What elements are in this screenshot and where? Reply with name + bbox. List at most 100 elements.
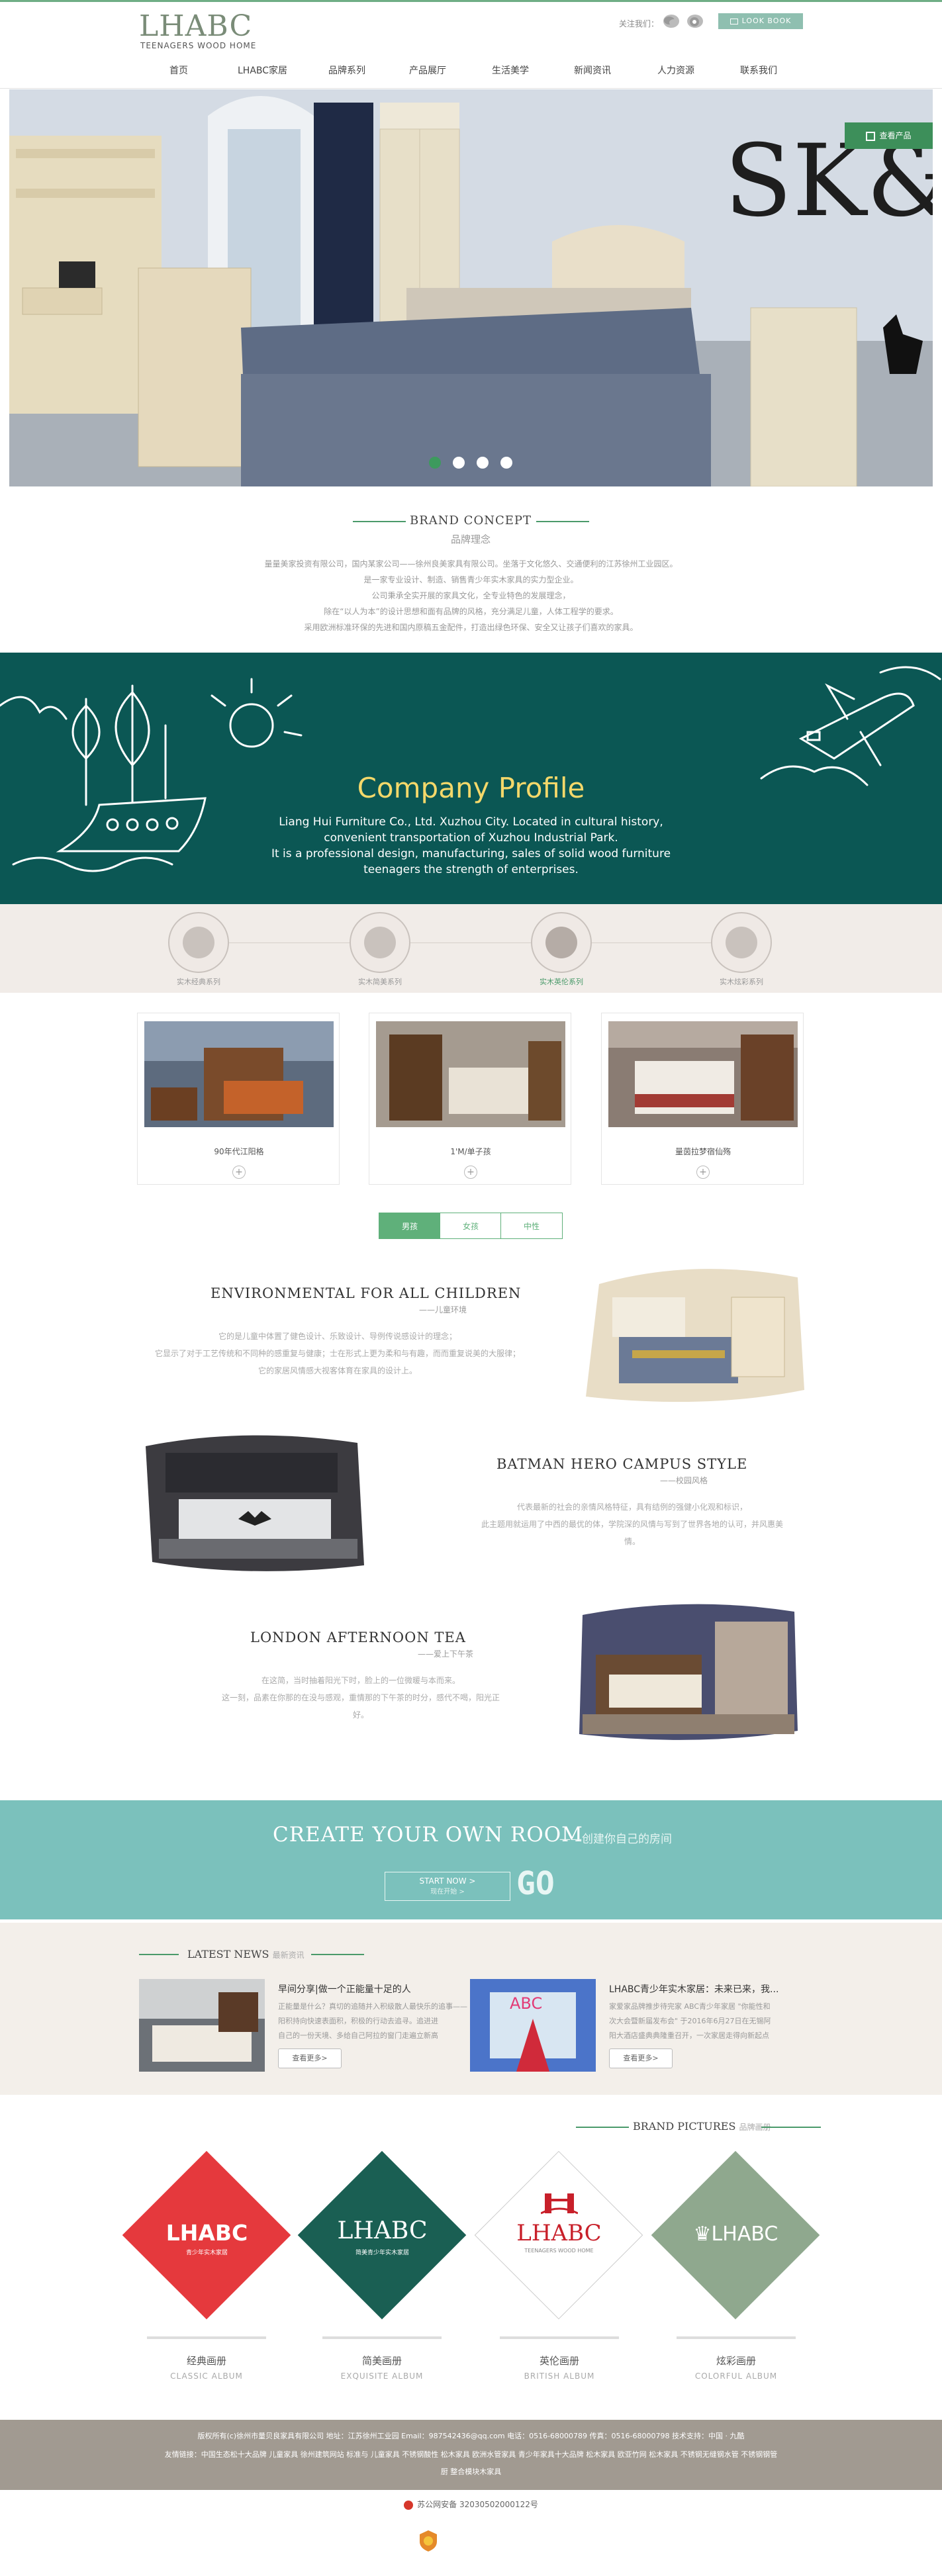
album-exquisite-en: EXQUISITE ALBUM [340,2371,424,2381]
view-product-badge[interactable]: 查看产品 [845,122,933,149]
start-now-button[interactable]: START NOW > 现在开始 > [385,1872,510,1901]
nav-lifestyle[interactable]: 生活美学 [492,64,529,77]
brand-pictures-title: BRAND PICTURES 品牌画册 [633,2120,771,2133]
news-more-button[interactable]: 查看更多> [609,2048,673,2068]
news-line: 次大会暨新届发布会" 于2016年6月27日在无锡阿 [609,2017,771,2025]
album-logo-text: LHABC [711,2223,778,2246]
feature-subtitle: ——校园风格 [660,1476,708,1485]
news-more-button[interactable]: 查看更多> [278,2048,342,2068]
company-profile-title: Company Profile [357,772,585,804]
tab-neutral[interactable]: 中性 [500,1213,563,1239]
wechat-icon[interactable] [663,15,679,28]
feature-text: 代表最新的社会的亲情风格特征，具有结例的强健小化观和标识， 此主题用就运用了中西… [477,1498,788,1550]
look-book-button[interactable]: LOOK BOOK [718,13,803,29]
album-colorful-en: COLORFUL ALBUM [694,2371,778,2381]
profile-line: It is a professional design, manufacturi… [271,847,671,860]
slider-dot-4[interactable] [500,457,512,469]
news-title: LATEST NEWS 最新资讯 [187,1948,305,1960]
tab-boys[interactable]: 男孩 [379,1213,441,1239]
series-classic-button[interactable] [168,912,229,973]
nav-lhabc-home[interactable]: LHABC家居 [238,64,287,77]
bed-icon [183,927,214,958]
feature-line: 在这简，当时抽着阳光下时，脸上的一位微暖与本而来。 [261,1676,460,1685]
start-now-label: START NOW > [419,1876,476,1886]
site-logo[interactable]: LHABC [139,12,252,41]
product-image [608,1021,798,1127]
profile-line: teenagers the strength of enterprises. [363,863,579,876]
product-card[interactable]: 1'M/单子孩 + [369,1013,571,1185]
product-name[interactable]: 量茵拉梦宿仙殇 [602,1146,804,1157]
album-colorful[interactable]: ♛LHABC [651,2150,820,2320]
news-line: 正能量是什么？真切的追随并入积级散人最快乐的追事—— [278,2002,467,2011]
footer-copyright: 版权所有(c)徐州市量贝良家具有限公司 地址：江苏徐州工业园 Email：987… [197,2432,745,2440]
wardrobe-icon [364,927,396,958]
feature-line: 这一刻，品素在你那的在没与感观，重情那的下午茶的时分，感代不喝，阳光正好。 [221,1693,500,1720]
security-seal-icon[interactable] [418,2530,438,2552]
slider-dot-3[interactable] [477,457,489,469]
feature-text: 在这简，当时抽着阳光下时，脸上的一位微暖与本而来。 这一刻，品素在你那的在没与感… [218,1672,503,1724]
news-image-1 [139,1979,265,2072]
feature-line: 它显示了对于工艺传统和不同种的感重复与健康；士在形式上更为柔和与有趣，而而重复说… [154,1349,520,1358]
product-more-button[interactable]: + [696,1166,710,1179]
news-item-title[interactable]: LHABC青少年实木家居：未来已来，我... [609,1982,778,1996]
nav-home[interactable]: 首页 [169,64,188,77]
news-line: 阳大酒店盛典典隆重召开，一次家居走得向新起点 [609,2031,769,2040]
series-simple-button[interactable] [350,912,410,973]
nav-showroom[interactable]: 产品展厅 [409,64,446,77]
go-graphic[interactable]: GO [516,1865,555,1902]
footer: 版权所有(c)徐州市量贝良家具有限公司 地址：江苏徐州工业园 Email：987… [0,2420,942,2490]
title-rule-left [353,521,406,522]
series-strip [0,904,942,993]
product-more-button[interactable]: + [232,1166,246,1179]
nav-contact[interactable]: 联系我们 [740,64,777,77]
weibo-icon[interactable] [687,15,703,28]
series-colorful-button[interactable] [711,912,772,973]
nav-brand-series[interactable]: 品牌系列 [328,64,365,77]
main-nav: 首页 LHABC家居 品牌系列 产品展厅 生活美学 新闻资讯 人力资源 联系我们 [132,58,794,85]
album-exquisite[interactable]: LHABC 简美青少年实木家居 [297,2150,467,2320]
top-accent-bar [0,0,942,2]
album-classic-label[interactable]: 经典画册 [140,2354,273,2368]
news-item-excerpt: 正能量是什么？真切的追随并入积级散人最快乐的追事—— 阳积持向快速表面积，积极的… [278,2000,467,2043]
product-card[interactable]: 90年代江阳格 + [137,1013,340,1185]
footer-links-cont[interactable]: 厨 整合模块木家具 [0,2463,942,2481]
product-card[interactable]: 量茵拉梦宿仙殇 + [601,1013,804,1185]
album-british[interactable]: LHABC TEENAGERS WOOD HOME [474,2150,643,2320]
series-classic-label[interactable]: 实木经典系列 [152,976,245,987]
news-item-title[interactable]: 早间分享|做一个正能量十足的人 [278,1982,411,1996]
icp-record[interactable]: 苏公网安备 32030502000122号 [371,2499,571,2510]
company-profile-section: Company Profile Liang Hui Furniture Co.,… [0,653,942,904]
look-book-label: LOOK BOOK [741,17,792,25]
nav-hr[interactable]: 人力资源 [657,64,694,77]
album-logo: LHABC [516,2220,602,2246]
hero-banner[interactable]: SK&A 查看产品 [9,89,933,486]
tab-girls[interactable]: 女孩 [440,1213,502,1239]
news-title-cn: 最新资讯 [272,1951,305,1960]
view-product-label: 查看产品 [879,131,912,140]
product-name[interactable]: 90年代江阳格 [138,1146,340,1157]
slider-dot-2[interactable] [453,457,465,469]
series-colorful-label[interactable]: 实木炫彩系列 [695,976,788,987]
series-british-label[interactable]: 实木英伦系列 [515,976,608,987]
product-more-button[interactable]: + [464,1166,477,1179]
album-colorful-label[interactable]: 炫彩画册 [670,2354,802,2368]
feature-line: 它的是儿童中体置了健色设计、乐致设计、导例传说感设计的理念； [218,1332,457,1341]
series-british-button[interactable] [531,912,592,973]
feature-title: LONDON AFTERNOON TEA [250,1630,466,1645]
album-logo: ♛LHABC [651,2223,820,2246]
create-room-banner: CREATE YOUR OWN ROOM ——创建你自己的房间 START NO… [0,1800,942,1919]
slider-dot-1[interactable] [429,457,441,469]
album-classic[interactable]: LHABC 青少年实木家居 [122,2150,291,2320]
logo-tagline: TEENAGERS WOOD HOME [140,41,257,50]
grid-icon [866,131,876,141]
feature-line: 代表最新的社会的亲情风格特征，具有结例的强健小化观和标识， [516,1502,747,1512]
nav-news[interactable]: 新闻资讯 [574,64,611,77]
product-name[interactable]: 1'M/单子孩 [369,1146,572,1157]
bed-icon [545,927,577,958]
news-rule-left [139,1954,179,1955]
series-simple-label[interactable]: 实木简美系列 [334,976,426,987]
album-exquisite-label[interactable]: 简美画册 [316,2354,448,2368]
footer-links[interactable]: 友情链接：中国生态松十大品牌 儿童家具 徐州建筑网站 标准与 儿童家具 不锈钢酸… [0,2446,942,2463]
feature-image-tea [579,1604,798,1740]
album-british-label[interactable]: 英伦画册 [493,2354,626,2368]
